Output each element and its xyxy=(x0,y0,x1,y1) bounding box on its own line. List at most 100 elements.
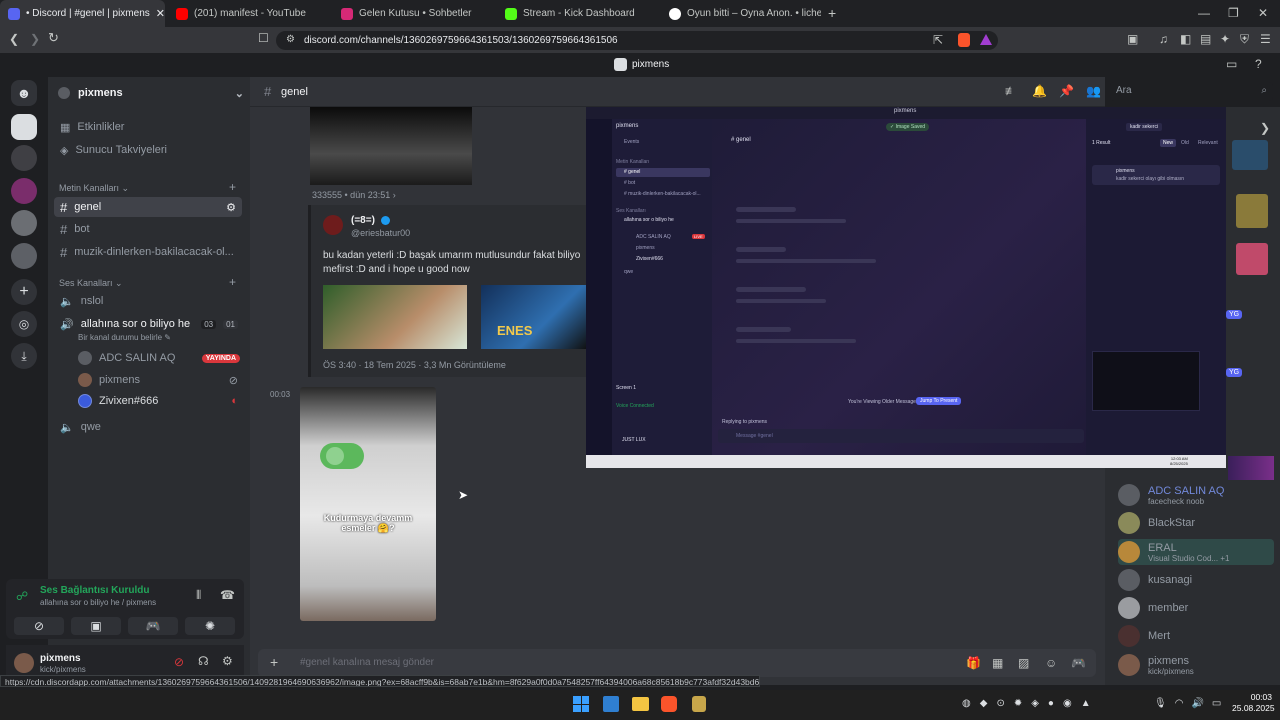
tab-discord[interactable]: • Discord | #genel | pixmens ✕ xyxy=(0,0,165,27)
minimize-icon[interactable]: — xyxy=(1198,7,1210,19)
gift-icon[interactable]: 🎁 xyxy=(966,657,981,669)
tray-icon[interactable]: ● xyxy=(1048,698,1054,710)
voice-member-zivixen[interactable]: Zivixen#666 ◐ xyxy=(72,391,244,411)
leo-ai-icon[interactable]: ✦ xyxy=(1220,33,1230,45)
add-attachment-icon[interactable]: + xyxy=(270,655,278,669)
site-info-icon[interactable]: ⚙ xyxy=(286,34,295,46)
explore-icon[interactable]: ◎ xyxy=(11,311,37,337)
member-pixmens[interactable]: pixmens kick/pixmens xyxy=(1118,652,1194,678)
search-input[interactable]: Ara ⌕ xyxy=(1110,82,1273,101)
bookmark-icon[interactable]: ☐ xyxy=(258,32,269,44)
brave-shield-icon[interactable] xyxy=(958,33,970,47)
maximize-icon[interactable]: ❐ xyxy=(1228,7,1239,19)
file-explorer-icon[interactable] xyxy=(632,697,649,711)
server-pixmens[interactable] xyxy=(11,114,37,140)
tray-icon[interactable]: ◉ xyxy=(1063,698,1072,710)
tab-kick[interactable]: Stream - Kick Dashboard xyxy=(497,0,657,27)
tab-youtube[interactable]: (201) manifest - YouTube xyxy=(168,0,328,27)
discord-home-icon[interactable]: ☻ xyxy=(11,80,37,106)
server-icon-4[interactable] xyxy=(11,210,37,236)
screen-share-button[interactable]: ▣ xyxy=(71,617,121,635)
message-image[interactable] xyxy=(310,107,472,185)
message-input[interactable]: + #genel kanalına mesaj gönder 🎁 ▦ ▨ ☺ 🎮 xyxy=(258,649,1096,677)
tab-lichess[interactable]: Oyun bitti – Oyna Anon. • lichess.org xyxy=(661,0,821,27)
threads-icon[interactable]: ≢ xyxy=(1005,85,1017,97)
help-icon[interactable]: ? xyxy=(1255,58,1262,70)
boosts-link[interactable]: ◈ Sunucu Takviyeleri xyxy=(54,140,242,160)
activity-thumb-2[interactable] xyxy=(1236,194,1268,228)
tray-icon[interactable]: ◈ xyxy=(1031,698,1039,710)
inbox-icon[interactable]: ▭ xyxy=(1226,58,1237,70)
screen-share-overlay[interactable]: pixmens pixmens Events Metin Kanalları #… xyxy=(586,107,1226,468)
voice-channel-allahina[interactable]: 🔊 allahına sor o biliyo he 03 01 xyxy=(54,314,242,334)
add-server-icon[interactable]: + xyxy=(11,279,37,305)
quick-settings[interactable]: 🎙 ◠ 🔊 ▭ xyxy=(1154,698,1221,709)
notification-bell-icon[interactable]: 🔔 xyxy=(1032,85,1047,97)
headphones-icon[interactable]: ☊ xyxy=(198,655,209,667)
member-mert[interactable]: Mert xyxy=(1118,623,1170,649)
settings-icon[interactable]: ⚙ xyxy=(222,655,233,667)
embed-author[interactable]: (=8=) xyxy=(351,215,375,226)
address-bar[interactable]: discord.com/channels/1360269759664361503… xyxy=(276,31,998,50)
server-icon-3[interactable] xyxy=(11,178,37,204)
server-icon-2[interactable] xyxy=(11,145,37,171)
wallet-icon[interactable]: ▤ xyxy=(1200,33,1211,45)
voice-member-pixmens[interactable]: pixmens ⊘ xyxy=(72,370,244,390)
disconnect-icon[interactable]: ☎ xyxy=(220,589,235,601)
member-list-icon[interactable]: 👥 xyxy=(1086,85,1101,97)
widgets-icon[interactable] xyxy=(603,696,619,712)
reload-icon[interactable]: ↻ xyxy=(48,31,59,44)
member-list-expand-icon[interactable]: ❯ xyxy=(1260,122,1270,134)
brave-rewards-icon[interactable] xyxy=(980,34,992,45)
message-photo[interactable]: Kudurmaya devamm esmeler 🤗? xyxy=(300,387,436,621)
sticker-icon[interactable]: ▨ xyxy=(1018,657,1029,669)
new-tab-icon[interactable]: + xyxy=(828,6,836,20)
download-icon[interactable]: ⤓ xyxy=(11,343,37,369)
gif-icon[interactable]: ▦ xyxy=(992,657,1003,669)
clock[interactable]: 00:03 25.08.2025 xyxy=(1232,692,1275,714)
member-blackstar[interactable]: BlackStar xyxy=(1118,510,1195,536)
pin-icon[interactable]: 📌 xyxy=(1059,85,1074,97)
emoji-icon[interactable]: ☺ xyxy=(1045,657,1057,669)
start-icon[interactable] xyxy=(573,696,589,712)
reply-reference[interactable]: 333555 • dün 23:51 › xyxy=(312,190,396,200)
tray-icon[interactable]: ⊙ xyxy=(996,698,1004,710)
activity-button[interactable]: 🎮 xyxy=(128,617,178,635)
share-icon[interactable]: ⇱ xyxy=(933,34,943,46)
server-icon-5[interactable] xyxy=(11,243,37,269)
back-icon[interactable]: ❮ xyxy=(9,33,19,45)
voice-channel-qwe[interactable]: 🔈 qwe xyxy=(54,417,242,437)
camera-off-button[interactable]: ⊘ xyxy=(14,617,64,635)
close-tab-icon[interactable]: ✕ xyxy=(156,7,165,20)
brave-taskbar-icon[interactable] xyxy=(661,696,677,712)
voice-category[interactable]: Ses Kanalları ⌄ xyxy=(59,278,123,289)
media-icon[interactable]: ♫ xyxy=(1159,33,1168,45)
channel-bot[interactable]: # bot xyxy=(54,219,242,239)
member-eral[interactable]: ERAL Visual Studio Cod... +1 xyxy=(1118,539,1274,565)
mute-icon[interactable]: ⊘ xyxy=(174,655,184,669)
tray-icon[interactable]: ◆ xyxy=(980,698,988,710)
close-window-icon[interactable]: ✕ xyxy=(1258,7,1268,19)
sidebar-toggle-icon[interactable]: ▣ xyxy=(1127,33,1138,45)
channel-muzik[interactable]: # muzik-dinlerken-bakilacacak-ol... xyxy=(54,242,242,262)
member-member[interactable]: member xyxy=(1118,595,1188,621)
text-category[interactable]: Metin Kanalları ⌄ xyxy=(59,183,129,194)
add-channel-icon[interactable]: + xyxy=(229,181,236,193)
forward-icon[interactable]: ❯ xyxy=(30,33,40,45)
menu-icon[interactable]: ☰ xyxy=(1260,33,1271,45)
member-kusanagi[interactable]: kusanagi xyxy=(1118,567,1192,593)
events-link[interactable]: ▦ Etkinlikler xyxy=(54,117,242,137)
tray-icon[interactable]: ◍ xyxy=(962,698,971,710)
avatar[interactable] xyxy=(14,653,34,673)
embed-image-2[interactable]: ENES xyxy=(481,285,587,349)
vpn-icon[interactable]: ⛨ xyxy=(1240,33,1249,45)
activity-thumb-3[interactable] xyxy=(1236,243,1268,275)
channel-settings-icon[interactable]: ⚙ xyxy=(226,201,242,214)
channel-status[interactable]: Bir kanal durumu belirle ✎ xyxy=(78,333,171,342)
tray-icon[interactable]: ▲ xyxy=(1081,698,1091,710)
tray-icon[interactable]: ✹ xyxy=(1014,698,1022,710)
add-voice-channel-icon[interactable]: + xyxy=(229,276,236,288)
tab-instagram[interactable]: Gelen Kutusu • Sohbetler xyxy=(333,0,493,27)
voice-member-adc[interactable]: ADC SALIN AQ YAYINDA xyxy=(72,348,244,368)
channel-genel[interactable]: # genel ⚙ xyxy=(54,197,242,217)
